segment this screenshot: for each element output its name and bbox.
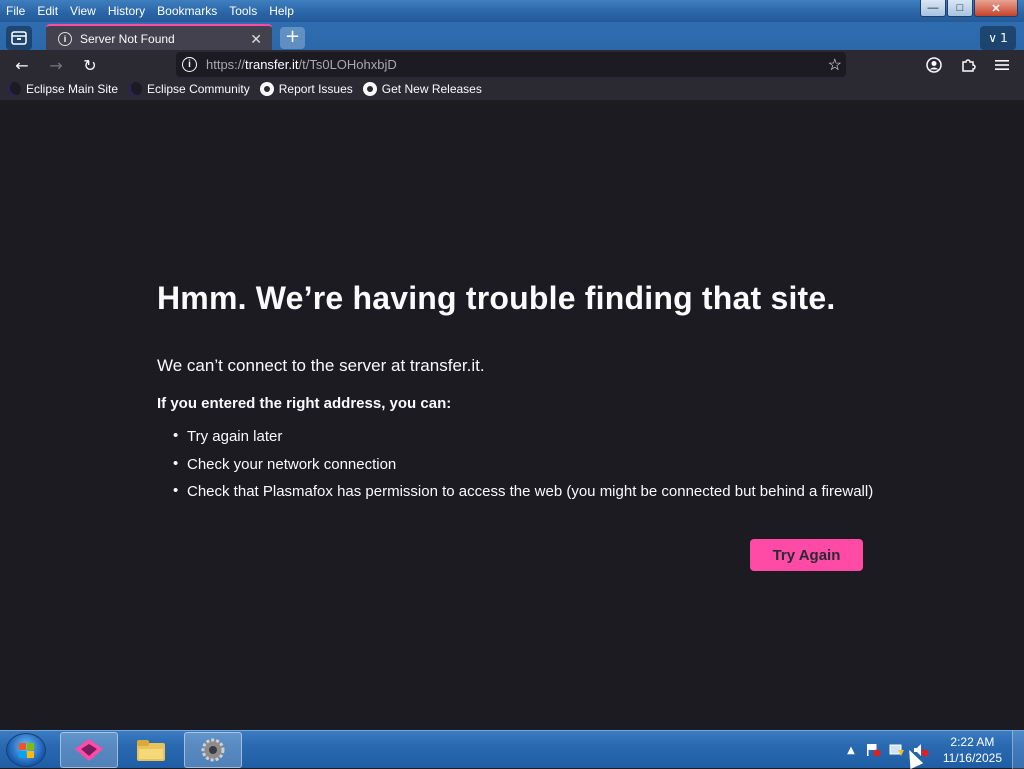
url-text[interactable]: https://transfer.it/t/Ts0LOHohxbjD — [206, 57, 828, 72]
navigation-toolbar: ← → ↻ i https://transfer.it/t/Ts0LOHohxb… — [0, 50, 1024, 78]
error-description: We can’t connect to the server at transf… — [157, 356, 485, 375]
start-button[interactable] — [6, 733, 46, 767]
error-page: Hmm. We’re having trouble finding that s… — [0, 100, 1024, 730]
windows-logo-icon — [19, 743, 35, 759]
list-all-tabs-button[interactable]: ∨ 1 — [980, 26, 1016, 50]
tab-count: 1 — [1000, 31, 1008, 45]
suggestion-item: Try again later — [173, 427, 873, 456]
system-tray: ▲ 2:22 AM 11/16/2025 — [847, 731, 1024, 769]
taskbar-file-explorer[interactable] — [122, 732, 180, 768]
show-hidden-icons-icon[interactable]: ▲ — [847, 745, 855, 756]
account-icon — [926, 57, 942, 73]
url-host: transfer.it — [245, 57, 299, 72]
menu-file[interactable]: File — [0, 0, 31, 22]
app-menu-button[interactable] — [990, 53, 1014, 77]
bookmark-report-issues[interactable]: Report Issues — [259, 82, 353, 96]
account-button[interactable] — [922, 53, 946, 77]
action-center-flag-icon[interactable] — [865, 743, 881, 757]
bookmarks-toolbar: Eclipse Main Site Eclipse Community Repo… — [0, 78, 1024, 100]
eclipse-icon — [128, 82, 143, 96]
menu-bar: File Edit View History Bookmarks Tools H… — [0, 0, 1024, 22]
clock[interactable]: 2:22 AM 11/16/2025 — [943, 734, 1002, 766]
new-tab-button[interactable]: + — [280, 27, 305, 49]
gear-icon — [201, 738, 225, 762]
tab-server-not-found[interactable]: i Server Not Found ✕ — [46, 24, 272, 52]
github-icon — [362, 82, 377, 96]
info-icon: i — [58, 32, 72, 46]
error-subheading: If you entered the right address, you ca… — [157, 395, 452, 412]
bookmark-eclipse-community[interactable]: Eclipse Community — [128, 82, 250, 96]
taskbar-browser[interactable] — [60, 732, 118, 768]
url-bar[interactable]: i https://transfer.it/t/Ts0LOHohxbjD ☆ — [176, 52, 846, 77]
bookmark-eclipse-main-site[interactable]: Eclipse Main Site — [7, 82, 118, 96]
close-window-button[interactable]: ✕ — [974, 0, 1018, 17]
forward-button[interactable]: → — [44, 53, 68, 77]
menu-bookmarks[interactable]: Bookmarks — [151, 0, 223, 22]
clock-date: 11/16/2025 — [942, 751, 1002, 765]
folder-icon — [137, 740, 165, 761]
url-scheme: https:// — [206, 57, 246, 72]
bookmark-label: Report Issues — [278, 82, 353, 96]
bookmark-label: Eclipse Community — [147, 82, 250, 96]
puzzle-icon — [962, 59, 976, 72]
bookmark-star-icon[interactable]: ☆ — [828, 55, 842, 75]
tab-list-icon — [11, 31, 27, 45]
bookmark-get-new-releases[interactable]: Get New Releases — [362, 82, 482, 96]
suggestion-item: Check that Plasmafox has permission to a… — [173, 482, 873, 511]
url-path: /t/Ts0LOHohxbjD — [298, 57, 397, 72]
suggestion-item: Check your network connection — [173, 455, 873, 484]
tab-strip: i Server Not Found ✕ + ∨ 1 — [0, 22, 1024, 52]
back-button[interactable]: ← — [10, 53, 34, 77]
site-info-icon[interactable]: i — [182, 57, 197, 72]
menu-history[interactable]: History — [102, 0, 151, 22]
menu-edit[interactable]: Edit — [31, 0, 64, 22]
menu-help[interactable]: Help — [263, 0, 300, 22]
taskbar-settings-app[interactable] — [184, 732, 242, 768]
bookmark-label: Get New Releases — [381, 82, 482, 96]
github-icon — [259, 82, 274, 96]
suggestion-list: Try again later Check your network conne… — [173, 427, 873, 511]
network-icon[interactable] — [889, 743, 905, 757]
tab-list-button[interactable] — [6, 26, 32, 50]
try-again-button[interactable]: Try Again — [750, 539, 863, 571]
window-controls: — □ ✕ — [920, 0, 1018, 17]
maximize-button[interactable]: □ — [947, 0, 973, 17]
chevron-down-icon: ∨ — [988, 31, 998, 45]
error-title: Hmm. We’re having trouble finding that s… — [157, 280, 836, 316]
taskbar: ▲ 2:22 AM 11/16/2025 — [0, 730, 1024, 769]
menu-view[interactable]: View — [64, 0, 102, 22]
clock-time: 2:22 AM — [950, 735, 995, 749]
tab-close-icon[interactable]: ✕ — [250, 31, 262, 48]
reload-button[interactable]: ↻ — [78, 53, 102, 77]
plasmafox-icon — [75, 739, 103, 761]
minimize-button[interactable]: — — [920, 0, 946, 17]
extensions-button[interactable] — [956, 53, 980, 77]
eclipse-icon — [7, 82, 21, 96]
show-desktop-button[interactable] — [1012, 731, 1024, 769]
bookmark-label: Eclipse Main Site — [26, 82, 119, 96]
menu-tools[interactable]: Tools — [223, 0, 263, 22]
hamburger-menu-icon — [995, 60, 1009, 70]
tab-title: Server Not Found — [80, 32, 175, 46]
